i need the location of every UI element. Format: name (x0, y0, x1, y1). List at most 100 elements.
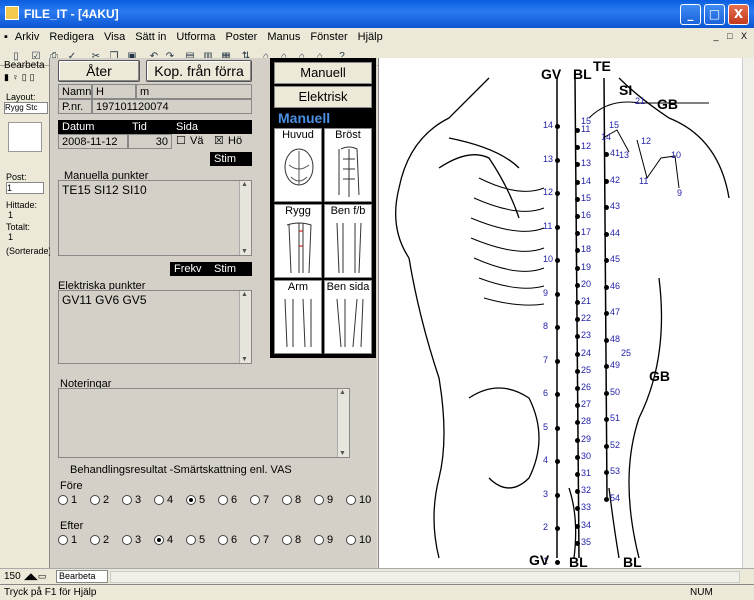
point-bl_outer-49[interactable] (604, 364, 609, 369)
efter-radio-6[interactable] (218, 535, 228, 545)
point-bl_outer-52[interactable] (604, 443, 609, 449)
point-bl_inner-20[interactable] (575, 282, 580, 288)
point-bl_inner-34[interactable] (575, 523, 580, 529)
elektrisk-button[interactable]: Elektrisk (274, 86, 372, 108)
point-bl_outer-45[interactable] (604, 258, 609, 263)
efter-radio-9[interactable] (314, 535, 324, 545)
horizontal-scrollbar[interactable] (110, 571, 740, 583)
point-bl_inner-19[interactable] (575, 265, 580, 271)
point-bl_inner-11[interactable] (575, 128, 580, 133)
menu-satt-in[interactable]: Sätt in (130, 28, 171, 43)
fore-radio-7[interactable] (250, 495, 260, 505)
efter-radio-3[interactable] (122, 535, 132, 545)
tid-field[interactable]: 30 (128, 134, 172, 149)
noteringar-scrollbar[interactable] (337, 389, 349, 457)
point-bl_outer-44[interactable] (604, 231, 609, 237)
menu-visa[interactable]: Visa (99, 28, 130, 43)
elektriska-textarea[interactable]: GV11 GV6 GV5 (58, 290, 252, 364)
point-bl_inner-25[interactable] (575, 368, 580, 374)
namn-field-2[interactable]: m (136, 84, 252, 99)
mode-tab[interactable]: Bearbeta (4, 60, 45, 71)
manuell-button[interactable]: Manuell (274, 62, 372, 84)
point-gv_points-11[interactable] (555, 224, 560, 230)
efter-radio-4[interactable] (154, 535, 164, 545)
manuella-scrollbar[interactable] (239, 181, 251, 255)
point-gv_points-14[interactable] (555, 124, 560, 129)
manuella-textarea[interactable]: TE15 SI12 SI10 (58, 180, 252, 256)
point-gv_points-2[interactable] (555, 526, 560, 531)
efter-radio-10[interactable] (346, 535, 356, 545)
point-gv_points-7[interactable] (555, 358, 560, 364)
efter-radio-7[interactable] (250, 535, 260, 545)
fore-radio-5[interactable] (186, 495, 196, 505)
point-bl_outer-47[interactable] (604, 311, 609, 316)
point-gv_points-10[interactable] (555, 258, 560, 263)
post-input[interactable]: 1 (6, 182, 44, 194)
back-button[interactable]: Åter (58, 60, 140, 82)
point-bl_inner-16[interactable] (575, 214, 580, 219)
menu-manus[interactable]: Manus (262, 28, 305, 43)
fore-radio-4[interactable] (154, 495, 164, 505)
point-bl_outer-51[interactable] (604, 417, 609, 422)
menu-fonster[interactable]: Fönster (305, 28, 352, 43)
point-gv_points-5[interactable] (555, 425, 560, 431)
point-gv_points-13[interactable] (555, 157, 560, 163)
zoom-level[interactable]: 150 (4, 571, 21, 582)
book-icon[interactable] (8, 122, 42, 152)
point-bl_outer-53[interactable] (604, 470, 609, 475)
point-bl_inner-21[interactable] (575, 300, 580, 305)
point-bl_inner-31[interactable] (575, 472, 580, 477)
minimize-button[interactable]: _ (680, 4, 701, 25)
fore-radio-1[interactable] (58, 495, 68, 505)
mdi-controls[interactable]: _ □ X (714, 31, 750, 41)
region-brost[interactable]: Bröst (324, 128, 372, 202)
close-button[interactable]: X (728, 4, 749, 25)
point-gv_points-12[interactable] (555, 191, 560, 196)
point-bl_inner-15[interactable] (575, 196, 580, 202)
point-gv_points-9[interactable] (555, 291, 560, 297)
point-bl_outer-54[interactable] (604, 496, 609, 502)
anatomy-chart[interactable]: 14 13 12 11 10 9 8 7 6 5 4 3 2 1 11 12 13 14 15 16 17 18 19 20 2… (378, 58, 742, 570)
copy-previous-button[interactable]: Kop. från förra (146, 60, 252, 82)
noteringar-textarea[interactable] (58, 388, 350, 458)
point-bl_outer-42[interactable] (604, 178, 609, 184)
fore-radio-10[interactable] (346, 495, 356, 505)
menu-hjalp[interactable]: Hjälp (353, 28, 388, 43)
va-checkbox[interactable]: ☐ (176, 134, 186, 147)
point-gv_points-6[interactable] (555, 392, 560, 397)
point-bl_outer-50[interactable] (604, 390, 609, 396)
zoom-icons[interactable]: ◢◣▭ (24, 571, 46, 582)
point-gv_points-3[interactable] (555, 492, 560, 498)
fore-radio-8[interactable] (282, 495, 292, 505)
pnr-field[interactable]: 197101120074 (92, 99, 252, 114)
fore-radio-3[interactable] (122, 495, 132, 505)
region-ben-sida[interactable]: Ben sida (324, 280, 372, 354)
point-bl_inner-14[interactable] (575, 179, 580, 185)
fore-radio-2[interactable] (90, 495, 100, 505)
efter-radio-8[interactable] (282, 535, 292, 545)
region-arm[interactable]: Arm (274, 280, 322, 354)
region-ben-fb[interactable]: Ben f/b (324, 204, 372, 278)
region-rygg[interactable]: Rygg (274, 204, 322, 278)
point-gv_points-8[interactable] (555, 325, 560, 330)
maximize-button[interactable]: □ (704, 4, 725, 25)
point-bl_inner-24[interactable] (575, 351, 580, 357)
efter-radio-2[interactable] (90, 535, 100, 545)
fore-radio-9[interactable] (314, 495, 324, 505)
point-bl_inner-26[interactable] (575, 386, 580, 391)
namn-field[interactable]: H (92, 84, 136, 99)
vertical-scrollbar[interactable] (742, 58, 754, 568)
menu-arkiv[interactable]: Arkiv (10, 28, 44, 43)
fore-radio-6[interactable] (218, 495, 228, 505)
menu-poster[interactable]: Poster (221, 28, 263, 43)
elektriska-scrollbar[interactable] (239, 291, 251, 363)
point-bl_outer-41[interactable] (604, 152, 609, 157)
app-menu-icon[interactable]: ▪ (0, 28, 10, 43)
point-bl_inner-29[interactable] (575, 437, 580, 443)
datum-field[interactable]: 2008-11-12 (58, 134, 128, 149)
region-huvud[interactable]: Huvud (274, 128, 322, 202)
efter-radio-5[interactable] (186, 535, 196, 545)
point-gv_points-4[interactable] (555, 459, 560, 464)
efter-radio-1[interactable] (58, 535, 68, 545)
point-bl_inner-35[interactable] (575, 540, 580, 546)
